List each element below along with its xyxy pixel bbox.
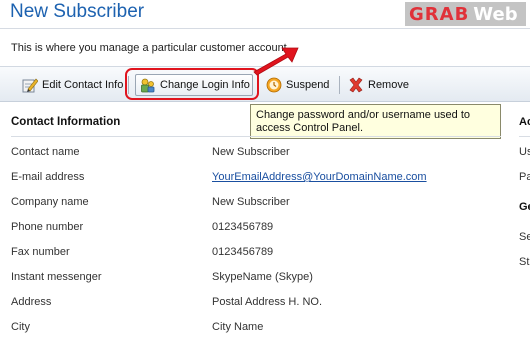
contact-label: Fax number bbox=[11, 246, 70, 258]
right-section-heading: Ge bbox=[519, 201, 530, 213]
grabweb-logo: GRAB Web bbox=[405, 2, 526, 26]
page-title: New Subscriber bbox=[10, 1, 145, 22]
contact-row: Instant messenger SkypeName (Skype) bbox=[11, 271, 501, 291]
toolbar-separator bbox=[339, 76, 340, 94]
contact-value: 0123456789 bbox=[212, 221, 274, 233]
right-column-label: St bbox=[519, 256, 530, 268]
section-divider bbox=[11, 136, 501, 137]
page-description: This is where you manage a particular cu… bbox=[11, 42, 287, 54]
contact-value: SkypeName (Skype) bbox=[212, 271, 313, 283]
contact-value: New Subscriber bbox=[212, 146, 290, 158]
right-column-label: Us bbox=[519, 146, 530, 158]
right-column-label: Se bbox=[519, 231, 530, 243]
contact-label: Contact name bbox=[11, 146, 80, 158]
title-divider bbox=[0, 28, 530, 29]
change-login-info-label: Change Login Info bbox=[160, 79, 250, 91]
suspend-icon bbox=[266, 77, 282, 93]
logo-web-text: Web bbox=[473, 3, 518, 25]
contact-row: Contact name New Subscriber bbox=[11, 146, 501, 166]
edit-contact-info-button[interactable]: Edit Contact Info bbox=[22, 74, 123, 96]
contact-value: 0123456789 bbox=[212, 246, 274, 258]
contact-label: E-mail address bbox=[11, 171, 85, 183]
remove-x-icon bbox=[348, 77, 364, 93]
contact-label: Instant messenger bbox=[11, 271, 102, 283]
logo-grab-text: GRAB bbox=[409, 3, 470, 25]
contact-value: City Name bbox=[212, 321, 264, 333]
contact-row: Fax number 0123456789 bbox=[11, 246, 501, 266]
contact-row: Phone number 0123456789 bbox=[11, 221, 501, 241]
contact-value: Postal Address H. NO. bbox=[212, 296, 323, 308]
edit-contact-icon bbox=[22, 77, 39, 93]
contact-row: City City Name bbox=[11, 321, 501, 341]
contact-label: Company name bbox=[11, 196, 89, 208]
toolbar-separator bbox=[128, 76, 129, 94]
remove-button[interactable]: Remove bbox=[348, 74, 409, 96]
contact-value: New Subscriber bbox=[212, 196, 290, 208]
change-login-info-button[interactable]: Change Login Info bbox=[135, 74, 253, 96]
tooltip: Change password and/or username used to … bbox=[250, 104, 501, 139]
email-link[interactable]: YourEmailAddress@YourDomainName.com bbox=[212, 171, 427, 183]
remove-label: Remove bbox=[368, 79, 409, 91]
right-section-divider bbox=[519, 136, 530, 137]
contact-label: Phone number bbox=[11, 221, 84, 233]
edit-contact-info-label: Edit Contact Info bbox=[42, 79, 124, 91]
change-login-icon bbox=[140, 77, 156, 93]
contact-row: E-mail address YourEmailAddress@YourDoma… bbox=[11, 171, 501, 191]
right-column-label: Pa bbox=[519, 171, 530, 183]
contact-row: Company name New Subscriber bbox=[11, 196, 501, 216]
contact-section-title: Contact Information bbox=[11, 116, 121, 128]
pointer-arrow-icon bbox=[253, 47, 299, 76]
contact-label: City bbox=[11, 321, 30, 333]
right-section-heading: Ac bbox=[519, 116, 530, 128]
contact-row: Address Postal Address H. NO. bbox=[11, 296, 501, 316]
contact-label: Address bbox=[11, 296, 52, 308]
suspend-label: Suspend bbox=[286, 79, 330, 91]
